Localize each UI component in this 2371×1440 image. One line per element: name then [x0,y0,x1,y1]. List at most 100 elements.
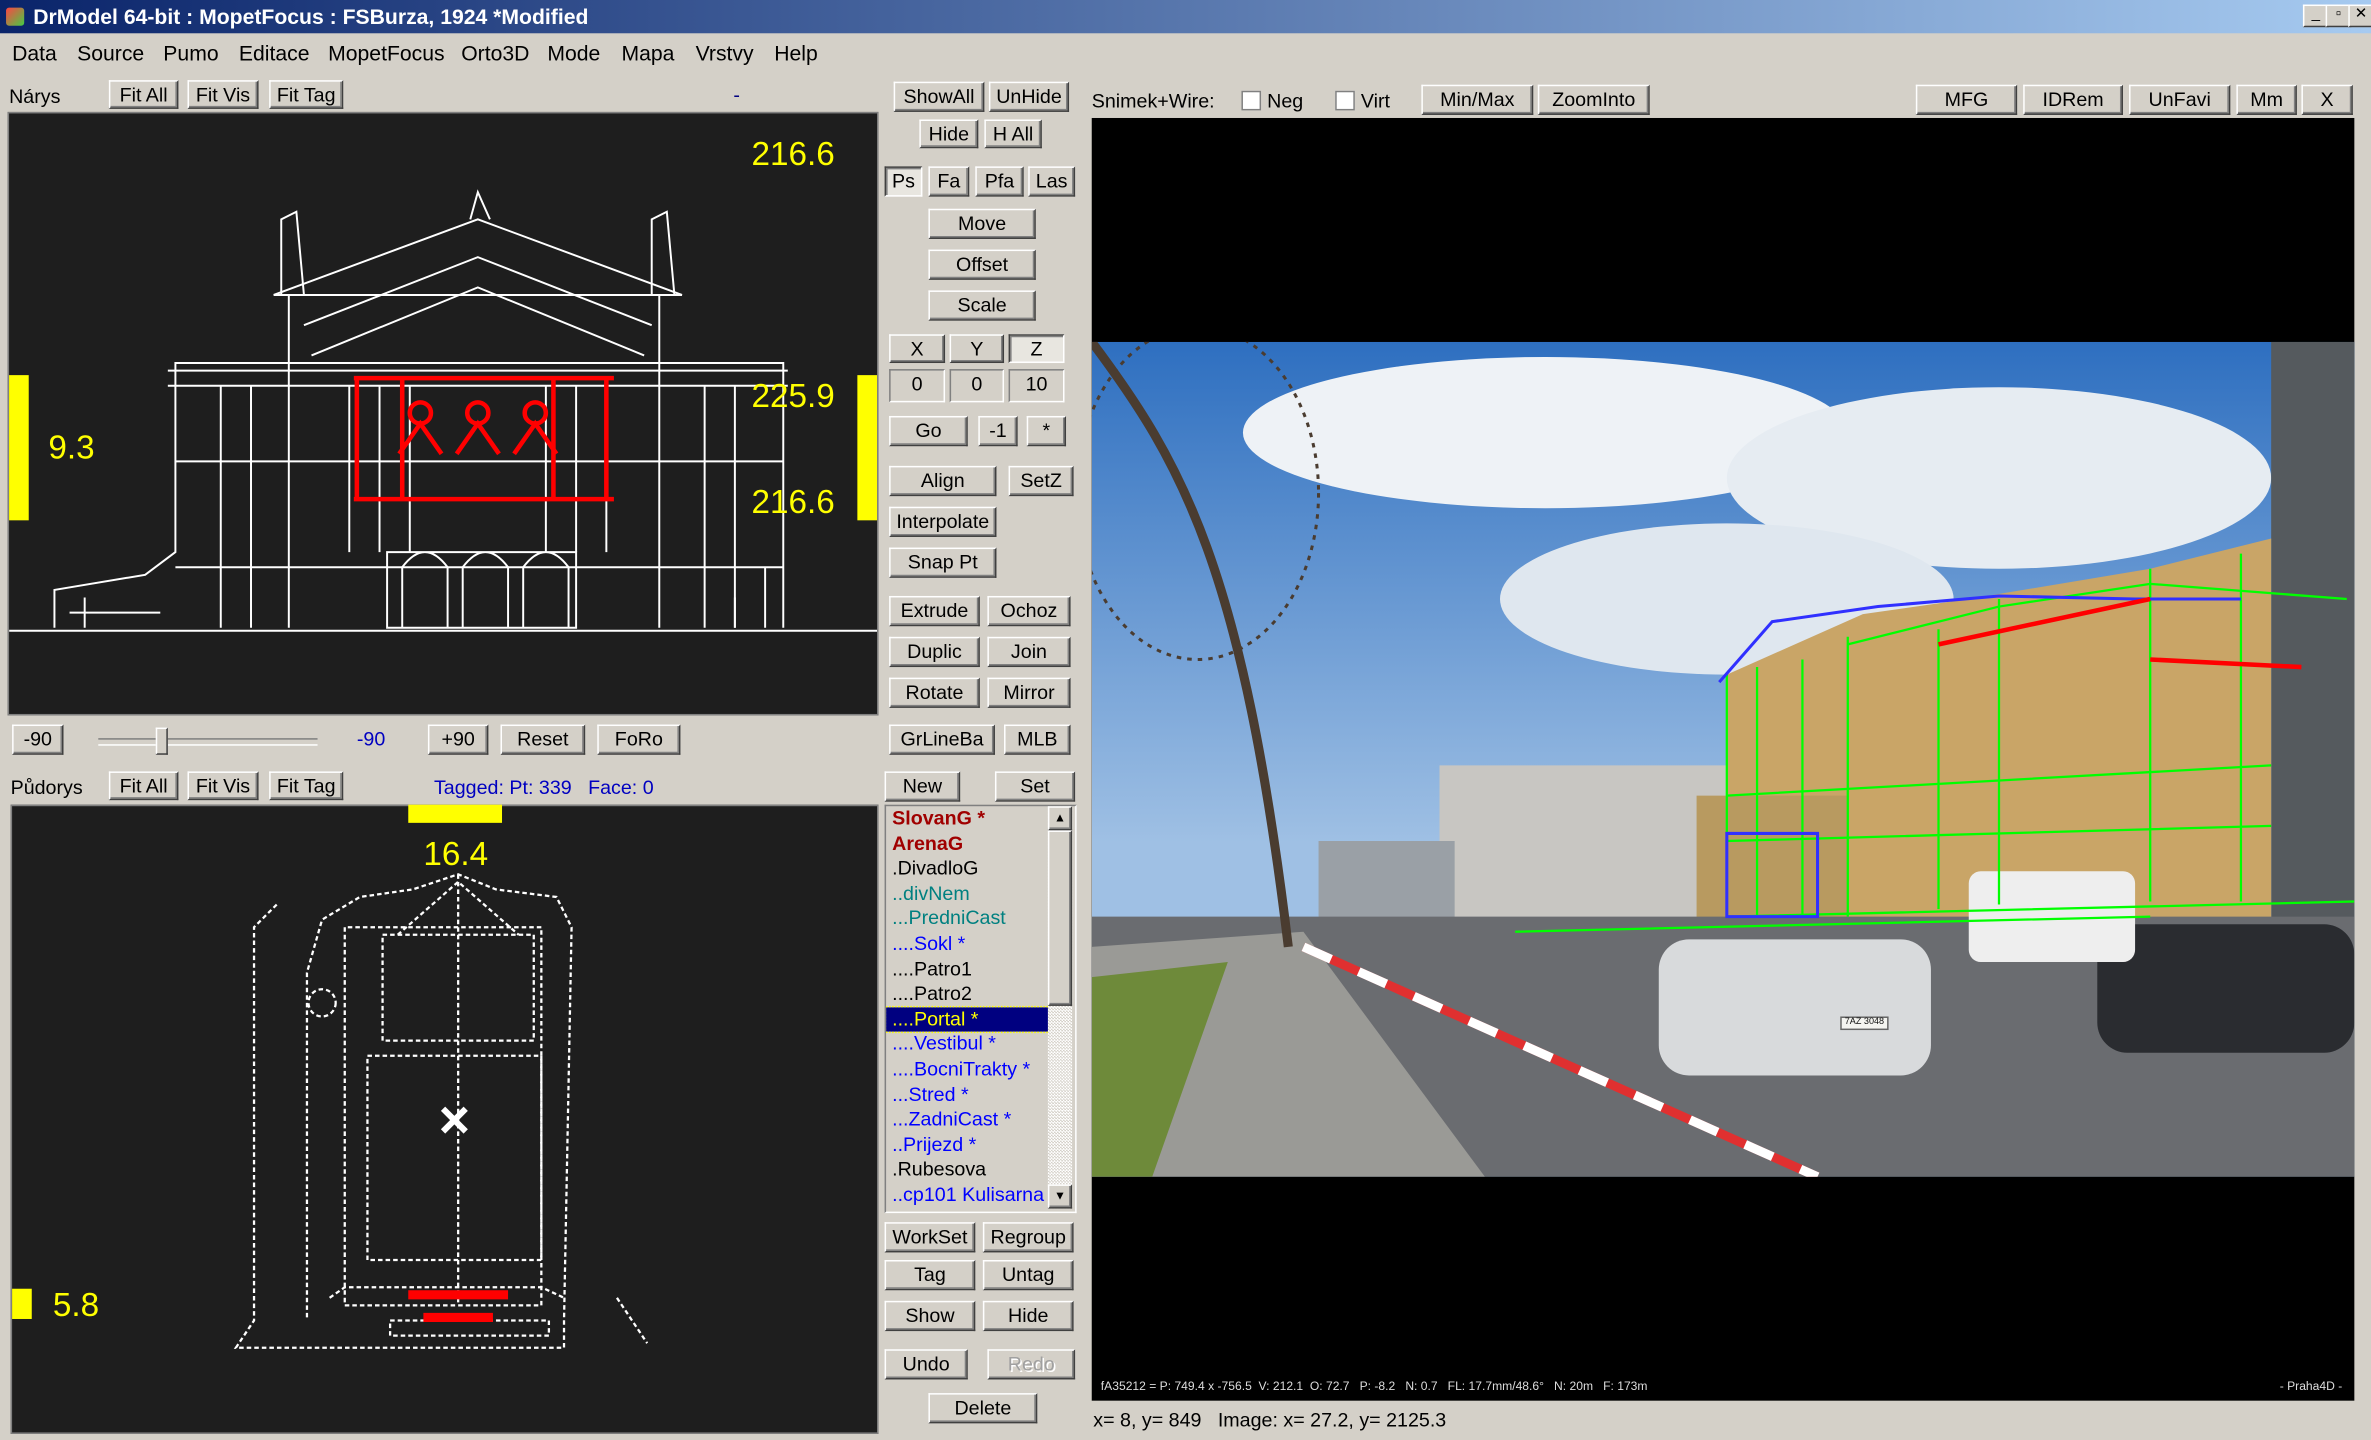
mode-las-button[interactable]: Las [1028,166,1076,197]
narys-right-marker[interactable] [857,375,878,521]
x-value-field[interactable]: 0 [889,369,946,403]
layer-item[interactable]: ...Stred * [886,1082,1049,1107]
tag-button[interactable]: Tag [884,1259,976,1291]
show-all-button[interactable]: ShowAll [893,81,985,112]
move-button[interactable]: Move [928,208,1036,239]
undo-button[interactable]: Undo [884,1349,968,1380]
hide-button[interactable]: Hide [919,119,979,149]
foro-button[interactable]: FoRo [597,724,681,755]
show-button[interactable]: Show [884,1300,976,1332]
layer-item[interactable]: ....Vestibul * [886,1032,1049,1057]
mm-button[interactable]: Mm [2236,84,2297,115]
pudorys-fit-all-button[interactable]: Fit All [108,771,179,801]
layer-item[interactable]: ...PredniCast [886,907,1049,932]
close-button[interactable]: ✕ [2348,4,2371,28]
hide-layer-button[interactable]: Hide [982,1300,1074,1332]
axis-y-button[interactable]: Y [949,334,1005,364]
layer-item[interactable]: ....Patro1 [886,957,1049,982]
join-button[interactable]: Join [987,636,1071,668]
align-button[interactable]: Align [889,465,997,497]
menu-pumo[interactable]: Pumo [163,41,218,65]
mirror-button[interactable]: Mirror [987,677,1071,708]
mode-pfa-button[interactable]: Pfa [975,166,1024,197]
workset-button[interactable]: WorkSet [884,1222,976,1253]
menu-source[interactable]: Source [77,41,144,65]
narys-viewport[interactable] [7,111,879,716]
scroll-up-icon[interactable]: ▲ [1047,806,1073,831]
menu-mapa[interactable]: Mapa [621,41,674,65]
interpolate-button[interactable]: Interpolate [889,506,997,537]
star-button[interactable]: * [1026,415,1067,447]
layer-item[interactable]: ..Prijezd * [886,1133,1049,1158]
extrude-button[interactable]: Extrude [889,595,980,627]
pudorys-left-marker[interactable] [12,1288,32,1319]
z-value-field[interactable]: 10 [1008,369,1065,403]
layer-item[interactable]: ....BocniTrakty * [886,1057,1049,1082]
narys-left-marker[interactable] [9,375,29,521]
layer-item[interactable]: .Rubesova [886,1158,1049,1183]
ochoz-button[interactable]: Ochoz [987,595,1071,627]
layer-item[interactable]: .DivadloG [886,856,1049,881]
minmax-button[interactable]: Min/Max [1421,84,1534,115]
narys-fit-vis-button[interactable]: Fit Vis [187,80,259,109]
regroup-button[interactable]: Regroup [982,1222,1074,1253]
pudorys-viewport[interactable] [10,804,879,1434]
set-layer-button[interactable]: Set [994,771,1076,802]
virt-checkbox[interactable] [1335,90,1355,111]
offset-button[interactable]: Offset [928,249,1036,280]
axis-x-button[interactable]: X [889,334,946,364]
rotate-minus90-button[interactable]: -90 [12,724,64,755]
layer-item[interactable]: ....Patro2 [886,982,1049,1007]
y-value-field[interactable]: 0 [949,369,1005,403]
go-button[interactable]: Go [889,415,968,447]
layer-item[interactable]: ....Sokl * [886,932,1049,957]
mode-ps-button[interactable]: Ps [884,166,923,197]
unhide-button[interactable]: UnHide [988,81,1070,112]
duplic-button[interactable]: Duplic [889,636,980,668]
mfg-button[interactable]: MFG [1915,84,2018,115]
neg-checkbox[interactable] [1241,90,1262,111]
mlb-button[interactable]: MLB [1004,724,1071,755]
layer-item[interactable]: ..cp101 Kulisarna * [886,1183,1049,1208]
menu-data[interactable]: Data [12,41,57,65]
pudorys-top-marker[interactable] [408,804,503,823]
grlineba-button[interactable]: GrLineBa [889,724,995,755]
layer-item[interactable]: SlovanG * [886,806,1049,831]
zoominto-button[interactable]: ZoomInto [1537,84,1650,115]
menu-editace[interactable]: Editace [239,41,310,65]
menu-mopetfocus[interactable]: MopetFocus [328,41,445,65]
layer-list[interactable]: SlovanG * ArenaG .DivadloG ..divNem ...Predn… [884,804,1077,1214]
mode-fa-button[interactable]: Fa [928,166,970,197]
scroll-down-icon[interactable]: ▼ [1047,1184,1073,1209]
layer-item[interactable]: ..divNem [886,882,1049,907]
rotate-button[interactable]: Rotate [889,677,980,708]
rotate-plus90-button[interactable]: +90 [427,724,489,755]
untag-button[interactable]: Untag [982,1259,1074,1291]
photo-viewport[interactable]: 7AZ 3048 fA35212 = P: 749.4 x -756.5 V: … [1091,117,2355,1401]
menu-help[interactable]: Help [774,41,818,65]
setz-button[interactable]: SetZ [1008,465,1074,497]
layer-item[interactable]: ....Portal * [886,1005,1051,1034]
hide-all-button[interactable]: H All [984,119,1042,149]
new-layer-button[interactable]: New [884,771,961,802]
scale-button[interactable]: Scale [928,290,1036,321]
menu-mode[interactable]: Mode [547,41,600,65]
delete-button[interactable]: Delete [928,1393,1038,1424]
layer-scrollbar[interactable]: ▲ ▼ [1047,806,1073,1209]
unfavi-button[interactable]: UnFavi [2129,84,2231,115]
idrem-button[interactable]: IDRem [2023,84,2123,115]
layer-item[interactable]: ArenaG [886,831,1049,856]
pudorys-fit-tag-button[interactable]: Fit Tag [269,771,344,801]
close-photo-button[interactable]: X [2301,84,2353,115]
menu-vrstvy[interactable]: Vrstvy [696,41,754,65]
axis-z-button[interactable]: Z [1008,334,1065,364]
layer-item[interactable]: ...ZadniCast * [886,1107,1049,1132]
scroll-thumb[interactable] [1047,830,1073,1006]
rotation-slider[interactable] [98,727,318,755]
narys-fit-all-button[interactable]: Fit All [108,80,179,109]
slider-thumb[interactable] [155,727,168,755]
reset-button[interactable]: Reset [500,724,586,755]
narys-fit-tag-button[interactable]: Fit Tag [269,80,344,109]
menu-orto3d[interactable]: Orto3D [461,41,529,65]
snap-point-button[interactable]: Snap Pt [889,547,997,578]
